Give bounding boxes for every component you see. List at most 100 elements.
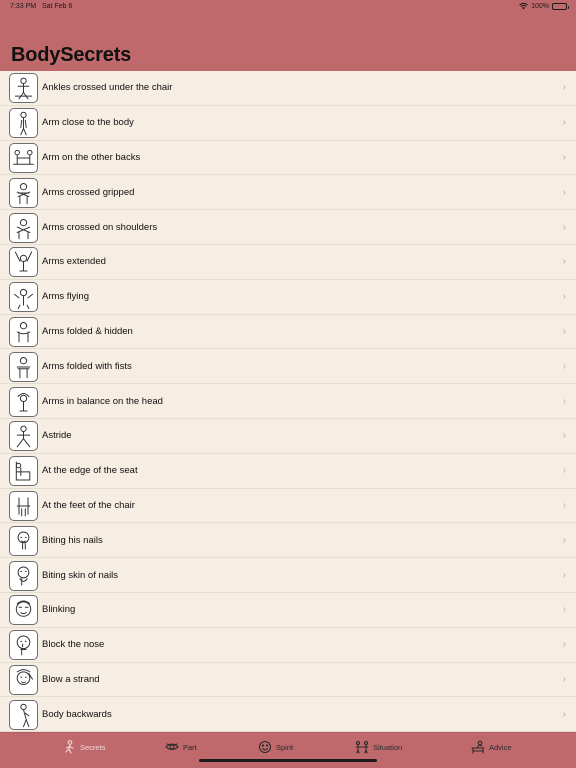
home-indicator[interactable] <box>199 759 377 762</box>
list-item[interactable]: Body backwards › <box>0 697 576 732</box>
person-at-desk-icon <box>471 740 485 754</box>
list-item[interactable]: Block the nose › <box>0 628 576 663</box>
secrets-list[interactable]: Ankles crossed under the chair › Arm close… <box>0 71 576 732</box>
list-item[interactable]: Ankles crossed under the chair › <box>0 71 576 106</box>
tab-part[interactable]: Part <box>165 740 197 754</box>
chevron-right-icon: › <box>562 256 566 268</box>
page-title: BodySecrets <box>11 44 132 66</box>
two-people-icon <box>355 740 369 754</box>
posture-sketch-icon <box>9 560 38 591</box>
list-item-label: Arms flying <box>42 291 89 303</box>
tab-label: Advice <box>489 742 512 752</box>
chevron-right-icon: › <box>562 82 566 94</box>
posture-sketch-icon <box>9 316 38 347</box>
list-item-label: Arms in balance on the head <box>42 395 163 407</box>
list-item[interactable]: Arms flying › <box>0 280 576 315</box>
tab-label: Secrets <box>80 742 106 752</box>
tab-spirit[interactable]: Spirit <box>258 740 293 754</box>
list-item-label: Arms crossed gripped <box>42 186 135 198</box>
tab-label: Part <box>183 742 197 752</box>
chevron-right-icon: › <box>562 360 566 372</box>
chevron-right-icon: › <box>562 673 566 685</box>
status-time: 7:33 PM <box>10 3 37 10</box>
list-item-label: At the edge of the seat <box>42 465 138 477</box>
list-item[interactable]: Arms folded & hidden › <box>0 315 576 350</box>
chevron-right-icon: › <box>562 499 566 511</box>
tab-bar: Secrets Part Spirit Situation Advice <box>0 732 576 768</box>
list-item[interactable]: Blow a strand › <box>0 663 576 698</box>
list-item[interactable]: Biting skin of nails › <box>0 558 576 593</box>
chevron-right-icon: › <box>562 186 566 198</box>
list-item[interactable]: Arm on the other backs › <box>0 141 576 176</box>
posture-sketch-icon <box>9 177 38 208</box>
chevron-right-icon: › <box>562 325 566 337</box>
list-item-label: Arms folded & hidden <box>42 325 133 337</box>
posture-sketch-icon <box>9 73 38 104</box>
list-item-label: Block the nose <box>42 639 105 651</box>
list-item-label: Biting his nails <box>42 534 103 546</box>
chevron-right-icon: › <box>562 395 566 407</box>
list-item-label: Biting skin of nails <box>42 569 119 581</box>
chevron-right-icon: › <box>562 534 566 546</box>
tab-advice[interactable]: Advice <box>471 740 512 754</box>
list-item-label: Blow a strand <box>42 673 100 685</box>
list-item[interactable]: At the feet of the chair › <box>0 489 576 524</box>
tab-situation[interactable]: Situation <box>355 740 402 754</box>
posture-sketch-icon <box>9 351 38 382</box>
walking-person-icon <box>62 740 76 754</box>
list-item-label: Arms extended <box>42 256 106 268</box>
posture-sketch-icon <box>9 490 38 521</box>
chevron-right-icon: › <box>562 117 566 129</box>
list-item[interactable]: Blinking › <box>0 593 576 628</box>
posture-sketch-icon <box>9 282 38 313</box>
posture-sketch-icon <box>9 630 38 661</box>
list-item[interactable]: Arms crossed gripped › <box>0 175 576 211</box>
posture-sketch-icon <box>9 247 38 278</box>
list-item-label: Blinking <box>42 604 76 616</box>
eye-icon <box>165 740 179 754</box>
battery-percentage: 100% <box>531 3 549 10</box>
battery-icon <box>552 3 569 10</box>
posture-sketch-icon <box>9 212 38 243</box>
list-item[interactable]: Arms extended › <box>0 245 576 280</box>
list-item[interactable]: Arms folded with fists › <box>0 349 576 385</box>
list-item-label: At the feet of the chair <box>42 499 135 511</box>
chevron-right-icon: › <box>562 221 566 233</box>
posture-sketch-icon <box>9 664 38 695</box>
list-item-label: Arms folded with fists <box>42 360 132 372</box>
posture-sketch-icon <box>9 108 38 139</box>
posture-sketch-icon <box>9 525 38 556</box>
chevron-right-icon: › <box>562 430 566 442</box>
posture-sketch-icon <box>9 699 38 730</box>
posture-sketch-icon <box>9 595 38 626</box>
chevron-right-icon: › <box>562 291 566 303</box>
list-item-label: Arm close to the body <box>42 117 134 129</box>
navigation-header: 7:33 PM Sat Feb 6 100% BodySecrets <box>0 0 576 71</box>
tab-label: Spirit <box>276 742 294 752</box>
status-date: Sat Feb 6 <box>42 3 73 10</box>
list-item-label: Astride <box>42 430 72 442</box>
tab-secrets[interactable]: Secrets <box>62 740 105 754</box>
tab-label: Situation <box>373 742 403 752</box>
posture-sketch-icon <box>9 421 38 452</box>
posture-sketch-icon <box>9 386 38 417</box>
list-item[interactable]: Arms crossed on shoulders › <box>0 210 576 245</box>
list-item-label: Ankles crossed under the chair <box>42 82 173 94</box>
list-item[interactable]: Biting his nails › <box>0 523 576 559</box>
list-item-label: Arms crossed on shoulders <box>42 221 158 233</box>
posture-sketch-icon <box>9 142 38 173</box>
posture-sketch-icon <box>9 456 38 487</box>
chevron-right-icon: › <box>562 604 566 616</box>
chevron-right-icon: › <box>562 708 566 720</box>
chevron-right-icon: › <box>562 569 566 581</box>
list-item[interactable]: Arm close to the body › <box>0 106 576 141</box>
list-item-label: Body backwards <box>42 708 112 720</box>
list-item[interactable]: Arms in balance on the head › <box>0 384 576 419</box>
chevron-right-icon: › <box>562 639 566 651</box>
list-item-label: Arm on the other backs <box>42 151 141 163</box>
wifi-icon <box>519 2 528 10</box>
list-item[interactable]: At the edge of the seat › <box>0 454 576 489</box>
list-item[interactable]: Astride › <box>0 419 576 454</box>
chevron-right-icon: › <box>562 151 566 163</box>
status-bar: 7:33 PM Sat Feb 6 100% <box>0 0 576 14</box>
